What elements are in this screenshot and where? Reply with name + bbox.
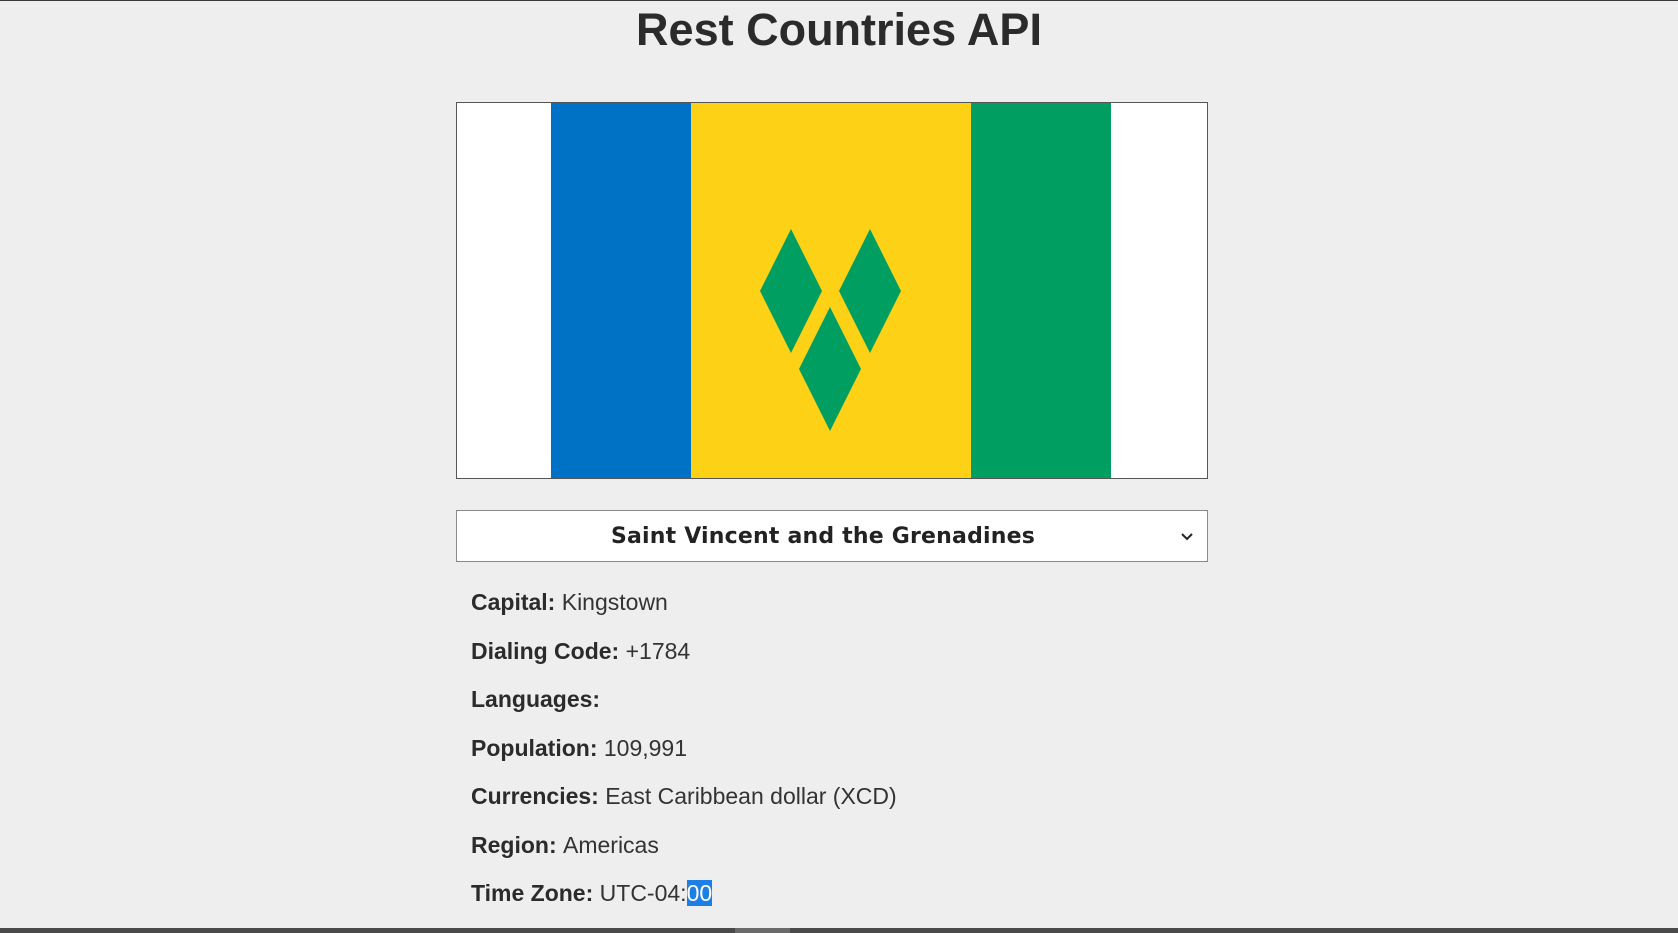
time-zone-selected-text: 00	[686, 880, 713, 906]
country-select-value: Saint Vincent and the Grenadines	[610, 523, 1036, 549]
time-zone-value: UTC-04:00	[600, 880, 713, 906]
detail-region: Region: Americas	[471, 829, 1191, 878]
currencies-label: Currencies:	[471, 783, 606, 809]
detail-time-zone: Time Zone: UTC-04:00	[471, 877, 1191, 926]
detail-currencies: Currencies: East Caribbean dollar (XCD)	[471, 780, 1191, 829]
country-details: Capital: Kingstown Dialing Code: +1784 L…	[471, 586, 1191, 926]
country-flag-image	[456, 102, 1208, 479]
time-zone-value-prefix: UTC-04:	[599, 880, 687, 906]
time-zone-label: Time Zone:	[471, 880, 600, 906]
detail-capital: Capital: Kingstown	[471, 586, 1191, 635]
languages-label: Languages:	[471, 686, 601, 712]
flag-blue-band	[551, 103, 691, 478]
detail-dialing-code: Dialing Code: +1784	[471, 635, 1191, 684]
horizontal-scrollbar[interactable]	[0, 928, 1678, 933]
detail-languages: Languages:	[471, 683, 1191, 732]
region-label: Region:	[471, 831, 563, 858]
scrollbar-thumb[interactable]	[735, 928, 790, 933]
dialing-code-value: +1784	[625, 637, 691, 664]
population-value: 109,991	[603, 734, 688, 761]
capital-value: Kingstown	[561, 589, 668, 615]
flag-green-band	[971, 103, 1111, 478]
page-title: Rest Countries API	[636, 4, 1042, 55]
population-label: Population:	[471, 734, 604, 761]
currencies-value: East Caribbean dollar (XCD)	[605, 783, 897, 809]
flag-svg	[457, 103, 1207, 478]
capital-label: Capital:	[471, 589, 562, 615]
region-value: Americas	[563, 831, 659, 858]
dialing-code-label: Dialing Code:	[471, 637, 626, 664]
detail-population: Population: 109,991	[471, 732, 1191, 781]
chevron-down-icon	[1181, 533, 1193, 541]
country-select-dropdown[interactable]: Saint Vincent and the Grenadines	[456, 510, 1208, 562]
window-top-border	[0, 0, 1678, 1]
